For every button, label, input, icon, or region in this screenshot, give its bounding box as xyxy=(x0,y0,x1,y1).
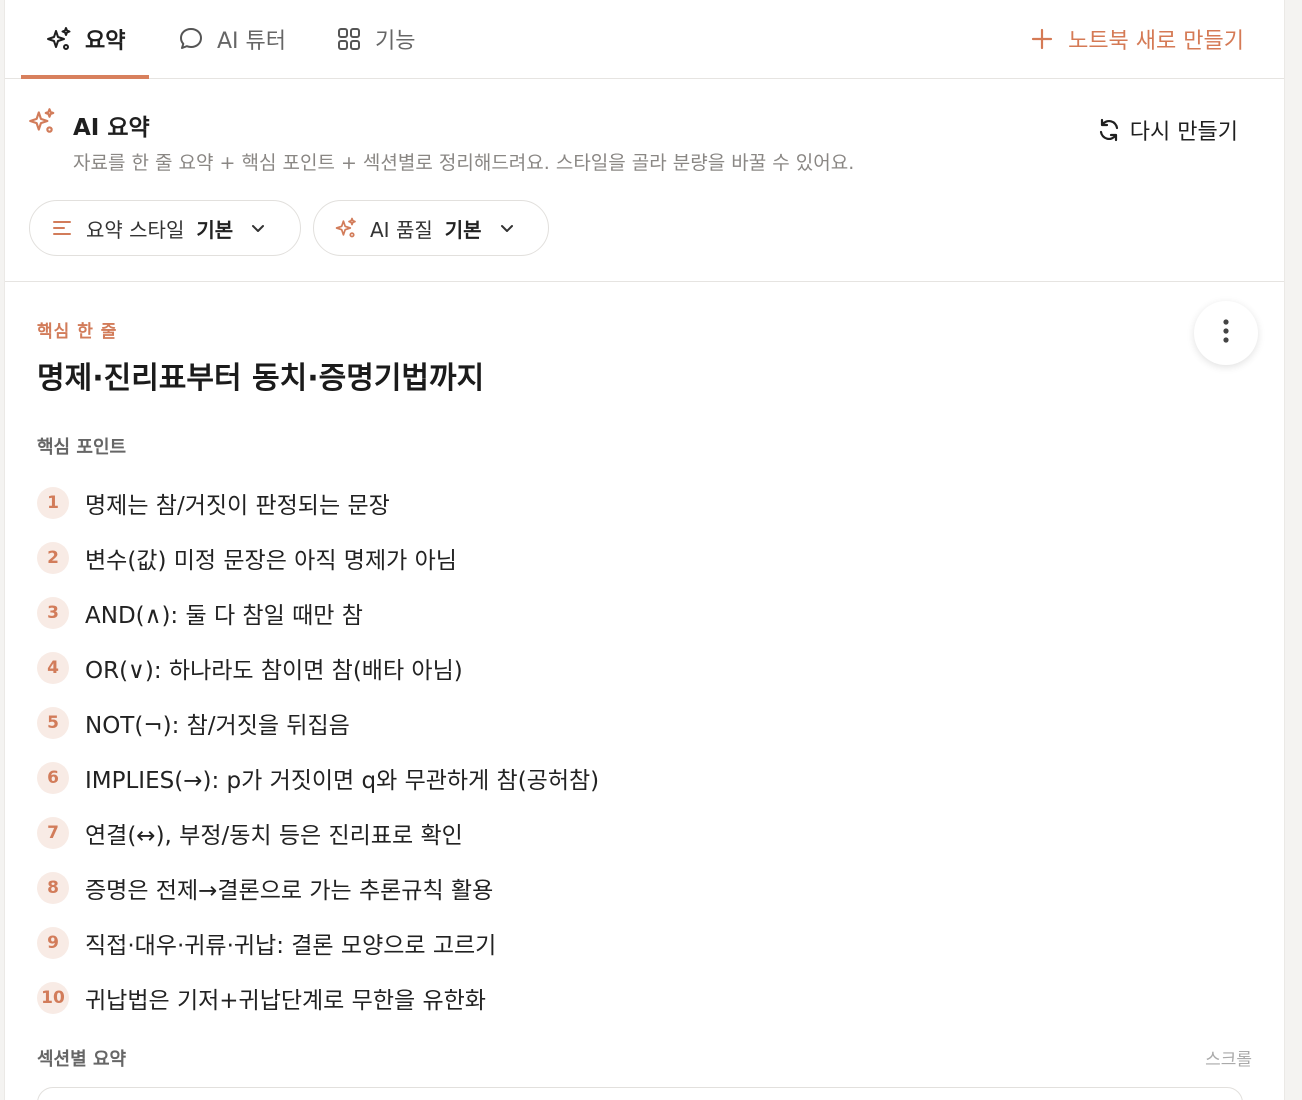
sparkles-icon xyxy=(45,25,73,53)
regenerate-button[interactable]: 다시 만들기 xyxy=(1096,114,1238,146)
one-line-kicker: 핵심 한 줄 xyxy=(37,322,118,342)
new-notebook-button[interactable]: 노트북 새로 만들기 xyxy=(1030,0,1244,78)
key-point-item: 6 IMPLIES(→): p가 거짓이면 q와 무관하게 참(공허참) xyxy=(37,750,599,805)
point-number: 6 xyxy=(37,761,69,794)
lines-icon xyxy=(50,216,74,240)
one-line-summary: 명제·진리표부터 동치·증명기법까지 xyxy=(37,361,485,396)
summary-style-value: 기본 xyxy=(196,217,234,242)
key-point-item: 4 OR(∨): 하나라도 참이면 참(배타 아님) xyxy=(37,640,599,695)
tab-summary[interactable]: 요약 xyxy=(20,0,151,79)
sparkles-icon xyxy=(334,216,358,240)
sparkles-icon xyxy=(27,106,57,136)
plus-icon xyxy=(1030,27,1054,51)
summary-panel: 요약 AI 튜터 기능 노트북 새로 만들기 AI 요약 자료를 한 줄 요약 … xyxy=(4,0,1285,1100)
section-card[interactable] xyxy=(37,1087,1243,1100)
grid-icon xyxy=(335,25,363,53)
ai-quality-label: AI 품질 xyxy=(370,217,433,242)
key-points-label: 핵심 포인트 xyxy=(37,437,127,458)
tab-summary-label: 요약 xyxy=(85,29,126,54)
chevron-down-icon xyxy=(498,219,516,237)
point-text: IMPLIES(→): p가 거짓이면 q와 무관하게 참(공허참) xyxy=(85,767,600,794)
summary-description: 자료를 한 줄 요약 + 핵심 포인트 + 섹션별로 정리해드려요. 스타일을 … xyxy=(73,152,855,174)
key-point-item: 10 귀납법은 기저+귀납단계로 무한을 유한화 xyxy=(37,970,599,1025)
point-text: NOT(¬): 참/거짓을 뒤집음 xyxy=(85,712,350,739)
summary-style-label: 요약 스타일 xyxy=(86,217,185,242)
key-point-item: 5 NOT(¬): 참/거짓을 뒤집음 xyxy=(37,695,599,750)
more-options-button[interactable] xyxy=(1194,301,1258,365)
point-number: 1 xyxy=(37,486,69,519)
key-point-item: 9 직접·대우·귀류·귀납: 결론 모양으로 고르기 xyxy=(37,915,599,970)
point-text: AND(∧): 둘 다 참일 때만 참 xyxy=(85,602,363,629)
point-number: 2 xyxy=(37,541,69,574)
point-text: 직접·대우·귀류·귀납: 결론 모양으로 고르기 xyxy=(85,932,497,959)
summary-content: 핵심 한 줄 명제·진리표부터 동치·증명기법까지 핵심 포인트 1 명제는 참/… xyxy=(5,283,1284,1100)
refresh-icon xyxy=(1096,117,1122,143)
point-number: 3 xyxy=(37,596,69,629)
ai-quality-dropdown[interactable]: AI 품질 기본 xyxy=(313,200,549,256)
summary-style-dropdown[interactable]: 요약 스타일 기본 xyxy=(29,200,301,256)
point-number: 7 xyxy=(37,816,69,849)
chat-bubble-icon xyxy=(177,25,205,53)
key-point-item: 2 변수(값) 미정 문장은 아직 명제가 아님 xyxy=(37,530,599,585)
tab-ai-tutor[interactable]: AI 튜터 xyxy=(177,0,286,78)
chevron-down-icon xyxy=(249,219,267,237)
more-vertical-icon xyxy=(1222,318,1230,348)
point-number: 9 xyxy=(37,926,69,959)
sections-label: 섹션별 요약 xyxy=(37,1049,127,1070)
summary-title: AI 요약 xyxy=(73,115,150,141)
point-text: 변수(값) 미정 문장은 아직 명제가 아님 xyxy=(85,547,457,574)
ai-quality-value: 기본 xyxy=(444,217,482,242)
point-text: 연결(↔), 부정/동치 등은 진리표로 확인 xyxy=(85,822,463,849)
point-number: 4 xyxy=(37,651,69,684)
key-point-item: 7 연결(↔), 부정/동치 등은 진리표로 확인 xyxy=(37,805,599,860)
point-text: 귀납법은 기저+귀납단계로 무한을 유한화 xyxy=(85,987,486,1014)
key-point-item: 3 AND(∧): 둘 다 참일 때만 참 xyxy=(37,585,599,640)
key-point-item: 1 명제는 참/거짓이 판정되는 문장 xyxy=(37,475,599,530)
point-text: 증명은 전제→결론으로 가는 추론규칙 활용 xyxy=(85,877,494,904)
tab-features-label: 기능 xyxy=(375,29,416,54)
summary-header: AI 요약 자료를 한 줄 요약 + 핵심 포인트 + 섹션별로 정리해드려요.… xyxy=(5,80,1284,282)
key-points-list: 1 명제는 참/거짓이 판정되는 문장 2 변수(값) 미정 문장은 아직 명제가 … xyxy=(37,475,599,1025)
regenerate-label: 다시 만들기 xyxy=(1129,120,1238,145)
point-number: 8 xyxy=(37,871,69,904)
point-text: 명제는 참/거짓이 판정되는 문장 xyxy=(85,492,390,519)
tab-features[interactable]: 기능 xyxy=(335,0,415,78)
tab-bar: 요약 AI 튜터 기능 노트북 새로 만들기 xyxy=(5,0,1284,79)
tab-ai-tutor-label: AI 튜터 xyxy=(217,29,287,54)
point-number: 5 xyxy=(37,706,69,739)
new-notebook-label: 노트북 새로 만들기 xyxy=(1068,29,1244,54)
point-number: 10 xyxy=(37,981,69,1014)
key-point-item: 8 증명은 전제→결론으로 가는 추론규칙 활용 xyxy=(37,860,599,915)
scroll-hint: 스크롤 xyxy=(1205,1050,1252,1070)
point-text: OR(∨): 하나라도 참이면 참(배타 아님) xyxy=(85,657,463,684)
